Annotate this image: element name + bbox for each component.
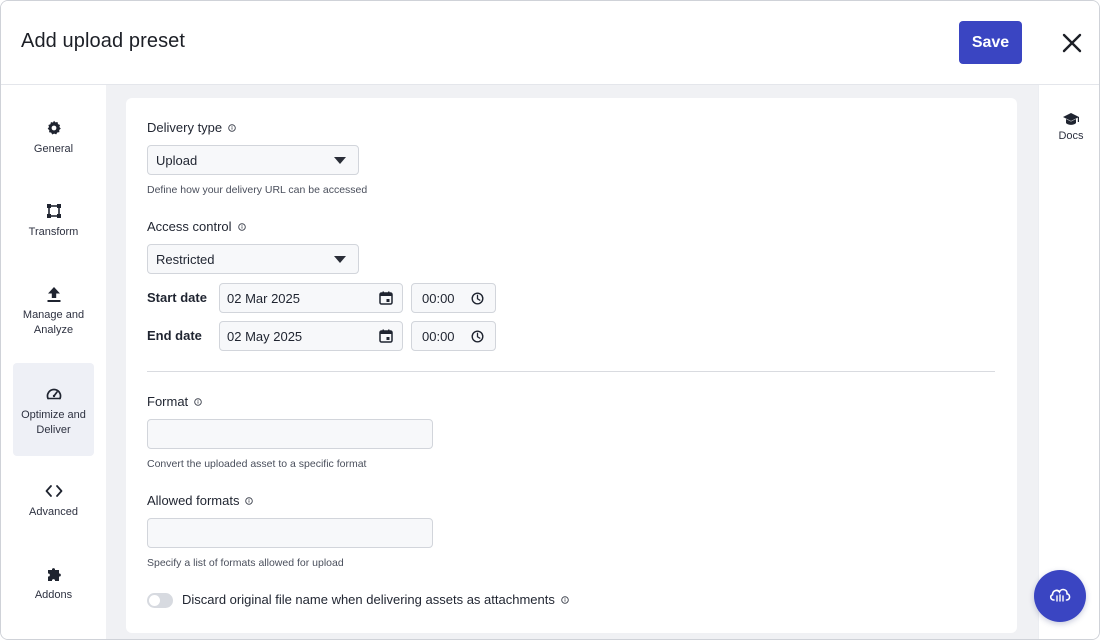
save-button[interactable]: Save — [959, 21, 1022, 64]
allowed-formats-input[interactable] — [147, 518, 433, 548]
delivery-type-label: Delivery type — [147, 120, 236, 135]
start-time-input[interactable]: 00:00 — [411, 283, 496, 313]
toggle-knob — [149, 595, 160, 606]
allowed-formats-label-text: Allowed formats — [147, 493, 240, 508]
sidebar-item-label: Optimize and Deliver — [21, 409, 86, 436]
crop-icon — [45, 202, 63, 220]
delivery-type-label-text: Delivery type — [147, 120, 223, 135]
discard-filename-label-text: Discard original file name when deliveri… — [182, 592, 555, 607]
end-date-label: End date — [147, 328, 202, 343]
access-control-label-text: Access control — [147, 219, 232, 234]
clock-icon[interactable] — [471, 330, 484, 343]
format-label-text: Format — [147, 394, 189, 409]
start-date-label: Start date — [147, 290, 207, 305]
help-chat-button[interactable] — [1034, 570, 1086, 622]
section-divider — [147, 371, 995, 372]
delivery-type-value: Upload — [156, 152, 198, 168]
start-time-value: 00:00 — [422, 290, 455, 306]
docs-label: Docs — [1058, 130, 1084, 142]
modal-header: Add upload preset Save — [1, 1, 1099, 85]
speedometer-icon — [45, 385, 63, 403]
settings-card: Delivery type Upload Define how your del… — [126, 98, 1017, 633]
sidebar-item-transform[interactable]: Transform — [13, 202, 94, 242]
puzzle-icon — [45, 565, 63, 583]
sidebar-item-optimize-deliver[interactable]: Optimize and Deliver — [13, 363, 94, 456]
chevron-down-icon — [334, 256, 346, 263]
info-icon[interactable] — [228, 123, 236, 132]
sidebar-item-addons[interactable]: Addons — [13, 565, 94, 605]
info-icon[interactable] — [245, 496, 254, 505]
right-rail: Docs — [1038, 85, 1099, 639]
delivery-type-hint: Define how your delivery URL can be acce… — [147, 184, 368, 196]
end-date-input[interactable]: 02 May 2025 — [219, 321, 403, 351]
sidebar-item-label: Addons — [34, 589, 73, 601]
end-time-value: 00:00 — [422, 328, 455, 344]
allowed-formats-hint: Specify a list of formats allowed for up… — [147, 557, 344, 569]
info-icon[interactable] — [237, 222, 246, 231]
start-date-value: 02 Mar 2025 — [227, 290, 300, 306]
allowed-formats-label: Allowed formats — [147, 493, 254, 508]
format-label: Format — [147, 394, 202, 409]
gear-icon — [45, 119, 63, 137]
access-control-select[interactable]: Restricted — [147, 244, 359, 274]
upload-icon — [45, 285, 63, 303]
end-time-input[interactable]: 00:00 — [411, 321, 496, 351]
chevron-down-icon — [334, 157, 346, 164]
graduation-cap-icon — [1062, 111, 1080, 127]
calendar-icon[interactable] — [379, 291, 393, 305]
code-icon — [45, 482, 63, 500]
main-content: Delivery type Upload Define how your del… — [106, 85, 1038, 639]
sidebar-item-label: Manage and Analyze — [22, 309, 85, 336]
sidebar-item-manage-analyze[interactable]: Manage and Analyze — [13, 285, 94, 339]
docs-button[interactable]: Docs — [1051, 111, 1091, 142]
calendar-icon[interactable] — [379, 329, 393, 343]
end-date-value: 02 May 2025 — [227, 328, 303, 344]
discard-filename-label: Discard original file name when deliveri… — [182, 592, 569, 607]
sidebar-item-advanced[interactable]: Advanced — [13, 482, 94, 522]
access-control-value: Restricted — [156, 251, 215, 267]
access-control-label: Access control — [147, 219, 246, 234]
close-icon[interactable] — [1059, 30, 1085, 56]
sidebar-item-general[interactable]: General — [13, 119, 94, 159]
sidebar-item-label: Transform — [28, 226, 79, 238]
sidebar-item-label: Advanced — [29, 506, 78, 518]
delivery-type-select[interactable]: Upload — [147, 145, 359, 175]
format-input[interactable] — [147, 419, 433, 449]
modal-window: Add upload preset Save General Transform… — [0, 0, 1100, 640]
discard-filename-toggle[interactable] — [147, 593, 173, 608]
cloud-icon — [1048, 585, 1072, 608]
sidebar: General Transform Manage and Analyze Opt… — [1, 85, 106, 639]
info-icon[interactable] — [561, 595, 569, 604]
clock-icon[interactable] — [471, 292, 484, 305]
page-title: Add upload preset — [21, 30, 186, 52]
sidebar-item-label: General — [33, 143, 74, 155]
info-icon[interactable] — [194, 397, 202, 406]
format-hint: Convert the uploaded asset to a specific… — [147, 458, 367, 470]
start-date-input[interactable]: 02 Mar 2025 — [219, 283, 403, 313]
